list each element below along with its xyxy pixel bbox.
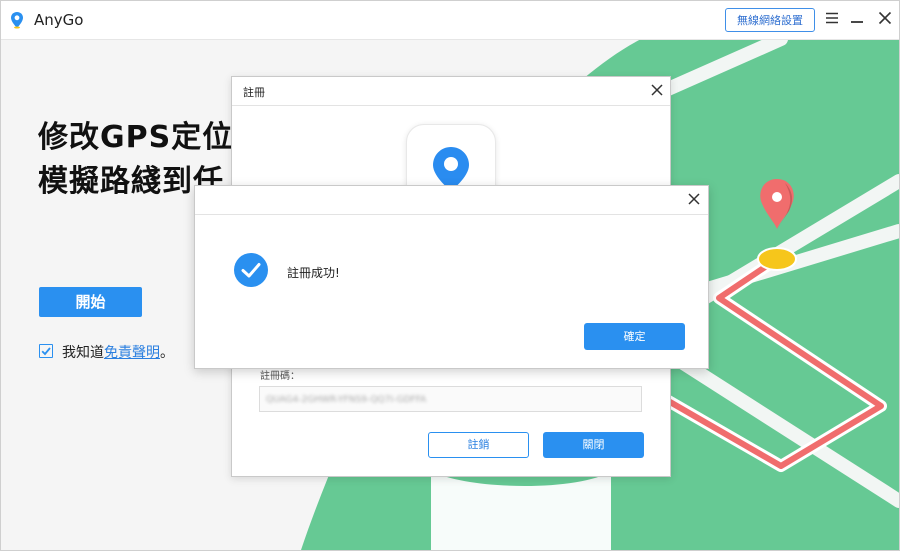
checkmark-icon (41, 347, 51, 356)
start-button[interactable]: 開始 (39, 287, 142, 317)
registration-code-label: 註冊碼： (260, 371, 300, 382)
close-icon[interactable] (878, 11, 892, 25)
menu-icon[interactable] (825, 11, 839, 25)
disclaimer-link[interactable]: 免責聲明 (104, 345, 160, 361)
success-message: 註冊成功! (287, 266, 340, 280)
agreement-suffix: 。 (160, 345, 174, 361)
app-title: AnyGo (34, 11, 84, 29)
app-window: AnyGo 無線網絡設置 修改GPS定位 模擬路綫到任 開始 我知道免責聲明。 … (0, 0, 900, 551)
success-dialog-titlebar (195, 186, 708, 215)
headline-line-1: 修改GPS定位 (38, 120, 234, 155)
agreement-row: 我知道免責聲明。 (39, 342, 174, 362)
agreement-prefix: 我知道 (62, 345, 104, 361)
success-check-icon (234, 253, 268, 287)
agreement-checkbox[interactable] (39, 344, 53, 358)
registration-code-field[interactable]: QUAG4-2GHWR-YFNS9-QQ7I-GDFFA (259, 386, 642, 412)
close-icon[interactable] (650, 83, 664, 97)
title-bar: AnyGo 無線網絡設置 (1, 1, 899, 40)
map-pin-icon (11, 12, 23, 29)
register-dialog-titlebar: 註冊 (232, 77, 670, 106)
register-dialog-title: 註冊 (243, 86, 265, 99)
deregister-button[interactable]: 註銷 (428, 432, 529, 458)
close-dialog-button[interactable]: 關閉 (543, 432, 644, 458)
success-dialog: 註冊成功! 確定 (194, 185, 709, 369)
close-icon[interactable] (687, 192, 701, 206)
confirm-button[interactable]: 確定 (584, 323, 685, 350)
minimize-icon[interactable] (850, 11, 864, 25)
wifi-settings-button[interactable]: 無線網絡設置 (725, 8, 815, 32)
registration-code-value: QUAG4-2GHWR-YFNS9-QQ7I-GDFFA (266, 395, 427, 405)
